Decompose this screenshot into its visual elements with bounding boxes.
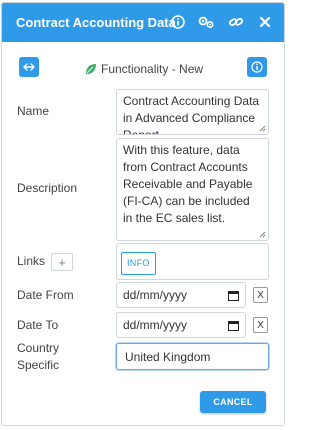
date-from-input[interactable]: dd/mm/yyyy [116, 282, 246, 308]
leaf-icon [85, 63, 97, 75]
description-label: Description [17, 181, 78, 195]
add-link-button[interactable]: + [51, 253, 73, 271]
date-from-label: Date From [17, 288, 74, 302]
links-field: INFO [116, 243, 269, 280]
dialog-titlebar: Contract Accounting Data [2, 3, 284, 42]
expand-arrows-icon [23, 63, 35, 71]
functionality-status-label: Functionality - New [101, 62, 204, 76]
date-to-input[interactable]: dd/mm/yyyy [116, 312, 246, 338]
calendar-icon[interactable] [228, 290, 239, 301]
clear-date-to-button[interactable]: X [253, 317, 268, 333]
info-icon [251, 61, 263, 73]
cancel-button[interactable]: CANCEL [200, 391, 266, 413]
info-icon[interactable] [169, 13, 187, 31]
calendar-icon[interactable] [228, 320, 239, 331]
date-to-placeholder: dd/mm/yyyy [123, 318, 188, 332]
date-from-placeholder: dd/mm/yyyy [123, 288, 188, 302]
name-field[interactable]: Contract Accounting Data in Advanced Com… [116, 89, 269, 135]
date-to-label: Date To [17, 318, 59, 332]
info-link-tag[interactable]: INFO [121, 252, 156, 275]
functionality-dialog: Contract Accounting Data Functionality -… [1, 2, 285, 426]
details-info-button[interactable] [247, 57, 267, 77]
country-specific-value: United Kingdom [125, 350, 211, 364]
dialog-title: Contract Accounting Data [16, 15, 176, 30]
description-field[interactable]: With this feature, data from Contract Ac… [116, 138, 269, 241]
links-label: Links [17, 254, 46, 268]
settings-icon[interactable] [197, 13, 215, 31]
resize-handle-icon[interactable] [259, 231, 266, 238]
resize-handle-icon[interactable] [259, 125, 266, 132]
description-value: With this feature, data from Contract Ac… [123, 143, 253, 225]
link-icon[interactable] [227, 13, 245, 31]
clear-date-from-button[interactable]: X [253, 287, 268, 303]
functionality-status: Functionality - New [85, 62, 203, 76]
expand-button[interactable] [19, 57, 39, 77]
name-label: Name [17, 104, 50, 118]
country-specific-label: Country Specific [17, 341, 60, 372]
dialog-toolbar: Functionality - New [2, 42, 284, 84]
country-specific-input[interactable]: United Kingdom [116, 343, 269, 370]
close-icon[interactable] [256, 13, 274, 31]
name-value: Contract Accounting Data in Advanced Com… [123, 94, 260, 135]
